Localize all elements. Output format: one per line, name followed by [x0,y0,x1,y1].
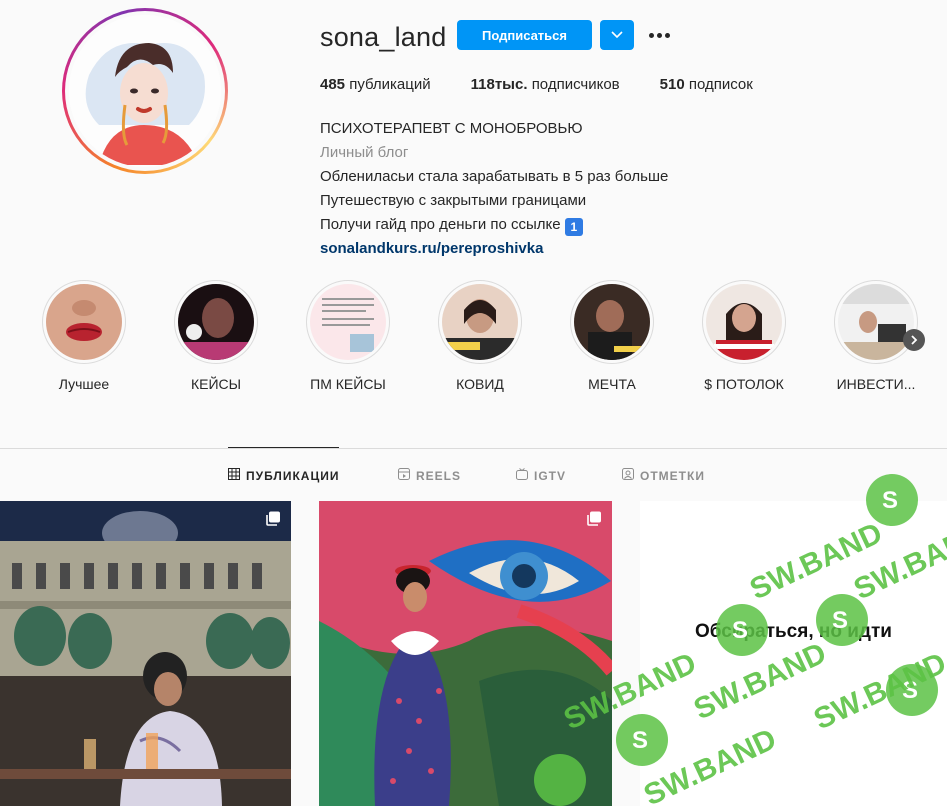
bio-name: ПСИХОТЕРАПЕВТ С МОНОБРОВЬЮ [320,120,583,137]
highlight-item[interactable]: КЕЙСЫ [174,280,258,392]
bio-line: Облениласьи стала зарабатывать в 5 раз б… [320,168,669,185]
highlight-thumbnail [46,284,122,360]
reels-icon [398,468,410,483]
highlight-item[interactable]: ПМ КЕЙСЫ [306,280,390,392]
highlight-label: КОВИД [456,376,504,392]
follow-button[interactable]: Подписаться [457,20,592,50]
highlight-item[interactable]: МЕЧТА [570,280,654,392]
tagged-icon [622,468,634,483]
highlight-label: $ ПОТОЛОК [704,376,784,392]
highlight-item[interactable]: $ ПОТОЛОК [702,280,786,392]
highlight-thumbnail [442,284,518,360]
highlight-thumbnail [310,284,386,360]
stat-followers[interactable]: 118тыс. подписчиков [471,76,620,93]
post-tile[interactable] [0,501,291,806]
story-highlights: Лучшее КЕЙСЫ ПМ КЕЙСЫ КОВИД МЕЧТА $ ПОТО… [0,280,947,400]
highlight-thumbnail [706,284,782,360]
bio-link[interactable]: sonalandkurs.ru/pereproshivka [320,237,668,261]
post-image [0,501,291,806]
tab-igtv[interactable]: IGTV [516,468,566,483]
profile-stats: 485 публикаций 118тыс. подписчиков 510 п… [320,76,793,93]
tab-reels[interactable]: REELS [398,468,461,483]
avatar-image [69,15,221,167]
profile-bio: ПСИХОТЕРАПЕВТ С МОНОБРОВЬЮ Личный блог О… [320,117,668,261]
highlight-label: ПМ КЕЙСЫ [310,376,386,392]
highlight-label: КЕЙСЫ [190,376,242,392]
highlight-thumbnail [574,284,650,360]
tab-tagged[interactable]: ОТМЕТКИ [622,468,705,483]
multiple-posts-icon [265,511,281,527]
bio-line: Путешествую с закрытыми границами [320,192,587,209]
highlight-thumbnail [838,284,914,360]
post-image [319,501,612,806]
profile-tabs: ПУБЛИКАЦИИ REELS IGTV ОТМЕТКИ [0,468,947,484]
highlight-label: ИНВЕСТИ... [836,376,916,392]
active-tab-indicator [228,447,339,448]
tab-posts[interactable]: ПУБЛИКАЦИИ [228,468,339,483]
highlight-item[interactable]: Лучшее [42,280,126,392]
post-tile[interactable]: Обсираться, но идти [640,501,947,806]
highlight-item[interactable]: КОВИД [438,280,522,392]
multiple-posts-icon [586,511,602,527]
profile-username: sona_land [320,22,447,52]
stat-following[interactable]: 510 подписок [660,76,753,93]
more-options-icon[interactable] [646,22,672,48]
suggested-dropdown-button[interactable] [600,20,634,50]
post-caption-text: Обсираться, но идти [695,621,892,642]
highlight-label: МЕЧТА [588,376,636,392]
profile-avatar[interactable] [62,8,228,174]
grid-icon [228,468,240,483]
post-tile[interactable] [319,501,612,806]
chevron-down-icon [611,26,623,44]
stat-posts[interactable]: 485 публикаций [320,76,431,93]
bio-line: Получи гайд про деньги по ссылке 1 [320,213,668,237]
highlights-next-arrow-icon[interactable] [903,329,925,351]
tabs-divider [0,448,947,449]
highlight-label: Лучшее [58,376,110,392]
keycap-one-emoji: 1 [564,218,583,236]
igtv-icon [516,468,528,483]
bio-category: Личный блог [320,144,409,161]
highlight-thumbnail [178,284,254,360]
